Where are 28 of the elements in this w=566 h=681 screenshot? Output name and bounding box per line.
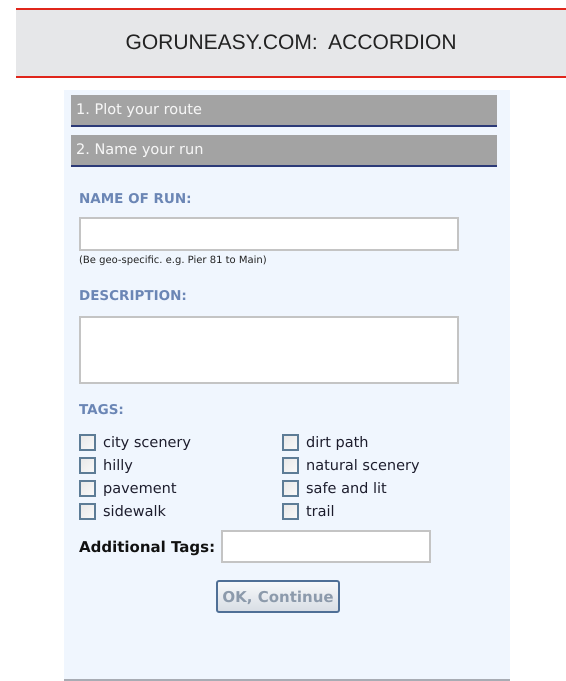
continue-button[interactable]: OK, Continue xyxy=(216,580,340,613)
checkbox-label: hilly xyxy=(103,458,133,474)
checkbox[interactable] xyxy=(79,480,96,497)
checkbox-label: dirt path xyxy=(306,434,368,450)
accordion-header[interactable]: 1. Plot your route xyxy=(71,95,497,127)
checkbox[interactable] xyxy=(79,434,96,451)
checkbox-label: pavement xyxy=(103,480,177,496)
checkbox[interactable] xyxy=(79,457,96,474)
checkbox[interactable] xyxy=(282,480,299,497)
checkbox[interactable] xyxy=(282,457,299,474)
page-title: GORUNEASY.COM: ACCORDION xyxy=(126,31,456,55)
field-label: DESCRIPTION: xyxy=(79,288,187,304)
field-label: TAGS: xyxy=(79,402,124,418)
field-label: Additional Tags: xyxy=(79,538,216,556)
checkbox-label: natural scenery xyxy=(306,458,420,474)
field-hint: (Be geo-specific. e.g. Pier 81 to Main) xyxy=(79,255,267,266)
checkbox-label: trail xyxy=(306,504,335,520)
additional-tags-field[interactable] xyxy=(221,530,432,563)
checkbox-label: safe and lit xyxy=(306,480,387,496)
checkbox-label: city scenery xyxy=(103,434,191,450)
field-label: NAME OF RUN: xyxy=(79,191,192,207)
checkbox-label: sidewalk xyxy=(103,504,166,520)
checkbox[interactable] xyxy=(282,503,299,520)
accordion-header[interactable]: 2. Name your run xyxy=(71,135,497,167)
name-field[interactable] xyxy=(79,217,459,251)
checkbox[interactable] xyxy=(282,434,299,451)
checkbox[interactable] xyxy=(79,503,96,520)
description-field[interactable] xyxy=(79,316,459,384)
